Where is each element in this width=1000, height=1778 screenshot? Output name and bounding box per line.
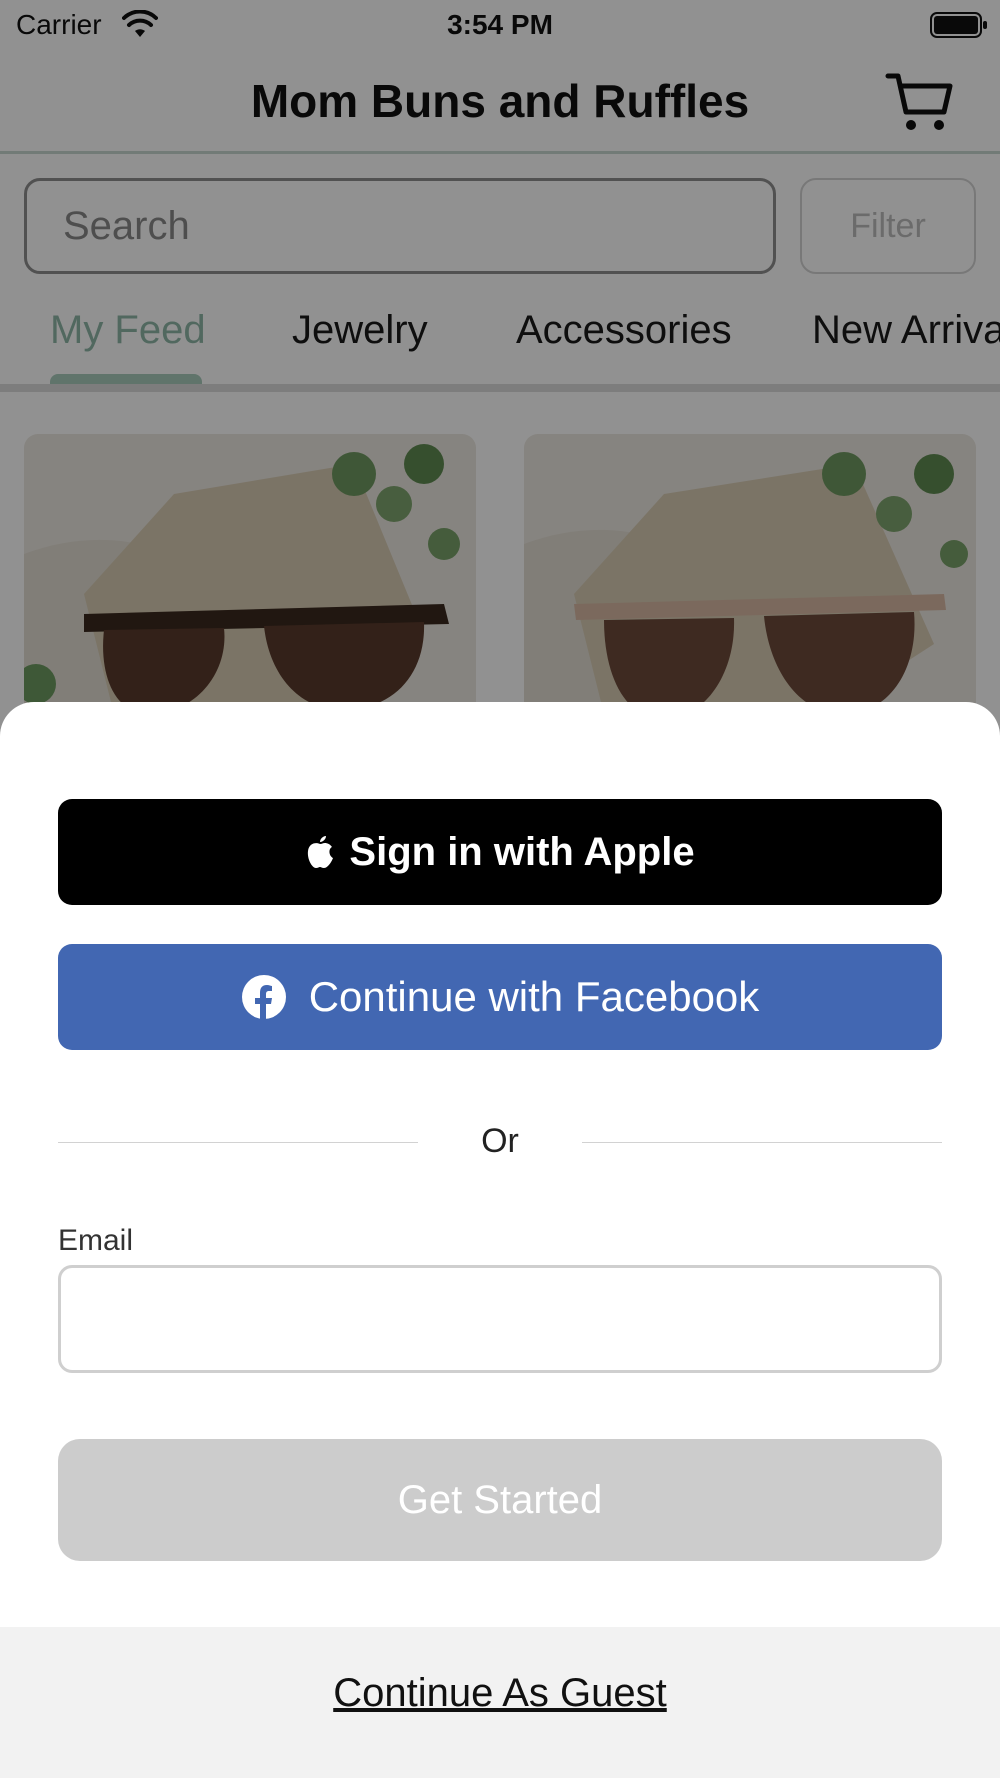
divider-line — [582, 1142, 942, 1143]
apple-button-label: Sign in with Apple — [349, 829, 695, 874]
email-label: Email — [58, 1224, 134, 1257]
facebook-icon — [241, 975, 286, 1020]
sign-in-sheet: Sign in with Apple Continue with Faceboo… — [0, 702, 1000, 1778]
facebook-button-label: Continue with Facebook — [308, 973, 760, 1020]
or-divider: Or — [58, 1120, 942, 1164]
sign-in-with-apple-button[interactable]: Sign in with Apple — [58, 799, 942, 905]
get-started-button[interactable]: Get Started — [58, 1439, 942, 1561]
email-field[interactable] — [58, 1265, 942, 1373]
guest-area: Continue As Guest — [0, 1627, 1000, 1778]
continue-with-facebook-button[interactable]: Continue with Facebook — [58, 944, 942, 1050]
continue-as-guest-link[interactable]: Continue As Guest — [0, 1671, 1000, 1716]
apple-icon — [308, 836, 334, 868]
